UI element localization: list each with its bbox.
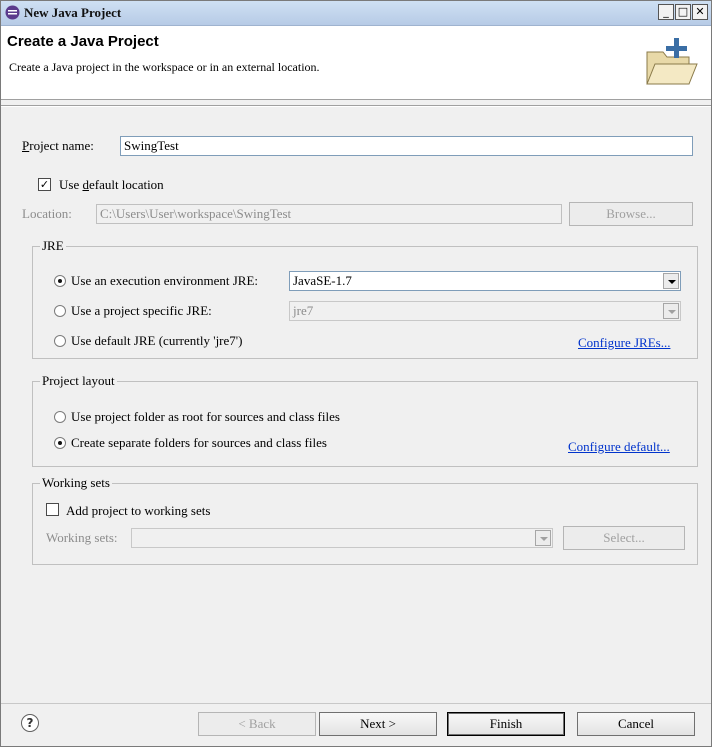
back-button[interactable]: < Back — [198, 712, 316, 736]
new-java-project-dialog: New Java Project _ □ ✕ Create a Java Pro… — [0, 0, 712, 747]
configure-jres-link[interactable]: Configure JREs... — [578, 335, 670, 351]
footer-separator — [1, 703, 711, 704]
working-sets-group: Working sets — [32, 475, 698, 565]
jre-default-radio[interactable] — [54, 335, 66, 347]
layout-separate-folders-radio[interactable] — [54, 437, 66, 449]
location-label: Location: — [22, 206, 72, 221]
layout-root-folder-radio[interactable] — [54, 411, 66, 423]
page-description: Create a Java project in the workspace o… — [9, 60, 320, 74]
add-to-working-sets-label: Add project to working sets — [66, 503, 211, 518]
execution-env-select[interactable]: JavaSE-1.7 — [289, 271, 681, 291]
layout-root-folder-label: Use project folder as root for sources a… — [71, 409, 340, 424]
jre-project-specific-radio[interactable] — [54, 305, 66, 317]
add-to-working-sets-checkbox[interactable] — [46, 503, 59, 516]
java-cup-icon — [5, 5, 20, 20]
project-name-input[interactable]: SwingTest — [120, 136, 693, 156]
chevron-down-icon[interactable] — [663, 303, 679, 319]
execution-env-value: JavaSE-1.7 — [293, 273, 352, 288]
jre-group-title: JRE — [40, 238, 66, 254]
minimize-button[interactable]: _ — [658, 4, 674, 20]
chevron-down-icon[interactable] — [663, 273, 679, 289]
close-button[interactable]: ✕ — [692, 4, 708, 20]
layout-separate-folders-label: Create separate folders for sources and … — [71, 435, 327, 450]
default-location-label: Use default location — [59, 177, 164, 192]
jre-default-label: Use default JRE (currently 'jre7') — [71, 333, 243, 348]
jre-project-specific-label: Use a project specific JRE: — [71, 303, 212, 318]
project-name-label: Project name: — [22, 138, 94, 153]
cancel-button[interactable]: Cancel — [577, 712, 695, 736]
jre-execution-env-label: Use an execution environment JRE: — [71, 273, 259, 288]
location-input[interactable]: C:\Users\User\workspace\SwingTest — [96, 204, 562, 224]
new-project-folder-icon — [646, 38, 698, 85]
title-bar[interactable]: New Java Project _ □ ✕ — [1, 1, 711, 26]
page-title: Create a Java Project — [7, 33, 159, 50]
project-layout-group-title: Project layout — [40, 373, 117, 389]
select-working-sets-button[interactable]: Select... — [563, 526, 685, 550]
browse-button[interactable]: Browse... — [569, 202, 693, 226]
help-icon[interactable]: ? — [21, 714, 39, 732]
working-sets-group-title: Working sets — [40, 475, 112, 491]
window-title: New Java Project — [24, 5, 122, 20]
project-specific-jre-select[interactable]: jre7 — [289, 301, 681, 321]
finish-button[interactable]: Finish — [447, 712, 565, 736]
jre-execution-env-radio[interactable] — [54, 275, 66, 287]
maximize-button[interactable]: □ — [675, 4, 691, 20]
project-specific-jre-value: jre7 — [293, 303, 314, 318]
working-sets-select[interactable] — [131, 528, 553, 548]
next-button[interactable]: Next > — [319, 712, 437, 736]
working-sets-label: Working sets: — [46, 530, 118, 545]
default-location-checkbox[interactable]: ✓ — [38, 178, 51, 191]
wizard-header: Create a Java Project Create a Java proj… — [1, 26, 711, 100]
header-separator — [1, 105, 711, 107]
chevron-down-icon[interactable] — [535, 530, 551, 546]
configure-default-link[interactable]: Configure default... — [568, 439, 670, 455]
